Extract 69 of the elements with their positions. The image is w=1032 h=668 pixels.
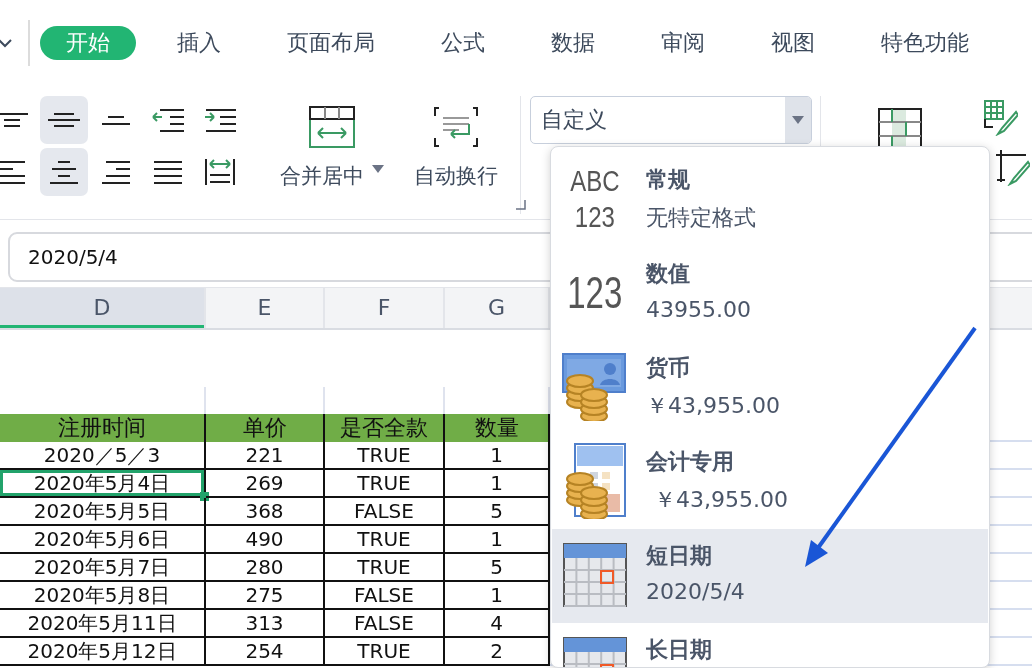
cell-style-brush-icon[interactable] <box>984 100 1018 136</box>
table-cell[interactable]: 2020年5月5日 <box>0 498 206 526</box>
table-cell[interactable]: TRUE <box>325 638 445 666</box>
table-cell[interactable]: TRUE <box>325 554 445 582</box>
header-cell: 单价 <box>206 414 325 442</box>
table-cell[interactable]: 280 <box>206 554 325 582</box>
merge-cells-icon <box>309 106 355 148</box>
column-header[interactable]: E <box>206 288 325 328</box>
ribbon-tab[interactable]: 页面布局 <box>287 26 375 60</box>
distributed-align-icon <box>205 158 235 186</box>
table-cell[interactable]: 2020年5月12日 <box>0 638 206 666</box>
merge-center-button[interactable]: 合并居中 <box>280 106 384 219</box>
chevron-down-icon[interactable] <box>0 37 14 49</box>
caret-icon <box>372 165 384 173</box>
justify-icon <box>153 160 183 184</box>
align-center-icon <box>49 160 79 184</box>
table-cell[interactable]: 2020年5月4日 <box>0 470 206 498</box>
increase-indent-icon <box>203 108 237 132</box>
header-cell: 是否全款 <box>325 414 445 442</box>
table-cell[interactable]: 221 <box>206 442 325 470</box>
caret-icon <box>792 116 804 124</box>
wrap-text-icon <box>433 106 479 148</box>
table-cell[interactable]: 2020／5／3 <box>0 442 206 470</box>
table-cell[interactable]: 269 <box>206 470 325 498</box>
fill-handle[interactable] <box>200 492 209 501</box>
table-cell[interactable]: 254 <box>206 638 325 666</box>
dialog-launcher-icon[interactable] <box>516 200 526 210</box>
table-cell[interactable]: FALSE <box>325 582 445 610</box>
table-cell[interactable]: 2020年5月8日 <box>0 582 206 610</box>
align-middle-icon <box>47 113 81 127</box>
ribbon-tab[interactable]: 数据 <box>551 26 595 60</box>
table-cell[interactable]: TRUE <box>325 442 445 470</box>
alignment-button[interactable] <box>40 96 88 144</box>
number-format-dropdown[interactable]: 自定义 <box>530 96 812 144</box>
ribbon-tab[interactable]: 视图 <box>771 26 815 60</box>
table-cell[interactable]: FALSE <box>325 498 445 526</box>
table-cell[interactable]: 490 <box>206 526 325 554</box>
header-cell: 注册时间 <box>0 414 206 442</box>
table-cell[interactable]: 368 <box>206 498 325 526</box>
alignment-button[interactable] <box>40 148 88 196</box>
banknote-coins-icon <box>562 353 628 421</box>
format-sample-icon: ABC 123 <box>570 163 620 235</box>
format-option[interactable]: 会计专用 ￥43,955.00 <box>552 435 988 529</box>
align-right-icon <box>101 160 131 184</box>
wrap-text-button[interactable]: 自动换行 <box>414 106 498 219</box>
format-option[interactable]: 货币 ￥43,955.00 <box>552 341 988 435</box>
column-header[interactable]: F <box>325 288 445 328</box>
decrease-indent-icon <box>151 108 185 132</box>
ribbon-tab[interactable]: 特色功能 <box>881 26 969 60</box>
header-cell: 数量 <box>445 414 550 442</box>
table-cell[interactable]: 2020年5月7日 <box>0 554 206 582</box>
table-cell[interactable]: 2020年5月6日 <box>0 526 206 554</box>
table-cell[interactable]: FALSE <box>325 610 445 638</box>
ribbon-tab[interactable]: 插入 <box>177 26 221 60</box>
border-brush-icon[interactable] <box>996 150 1030 186</box>
table-cell[interactable]: 2020年5月11日 <box>0 610 206 638</box>
align-left-icon <box>0 160 26 184</box>
table-cell[interactable]: TRUE <box>325 526 445 554</box>
align-bottom-icon <box>101 115 131 125</box>
table-cell[interactable]: 275 <box>206 582 325 610</box>
align-top-icon <box>0 113 29 127</box>
table-cell[interactable]: TRUE <box>325 470 445 498</box>
calendar-icon <box>563 543 627 607</box>
ribbon-tab[interactable]: 审阅 <box>661 26 705 60</box>
format-option[interactable]: 长日期 <box>552 623 988 667</box>
format-option[interactable]: 短日期 2020/5/4 <box>552 529 988 623</box>
ribbon-tab[interactable]: 公式 <box>441 26 485 60</box>
table-cell[interactable]: 313 <box>206 610 325 638</box>
column-header[interactable]: D <box>0 288 206 328</box>
